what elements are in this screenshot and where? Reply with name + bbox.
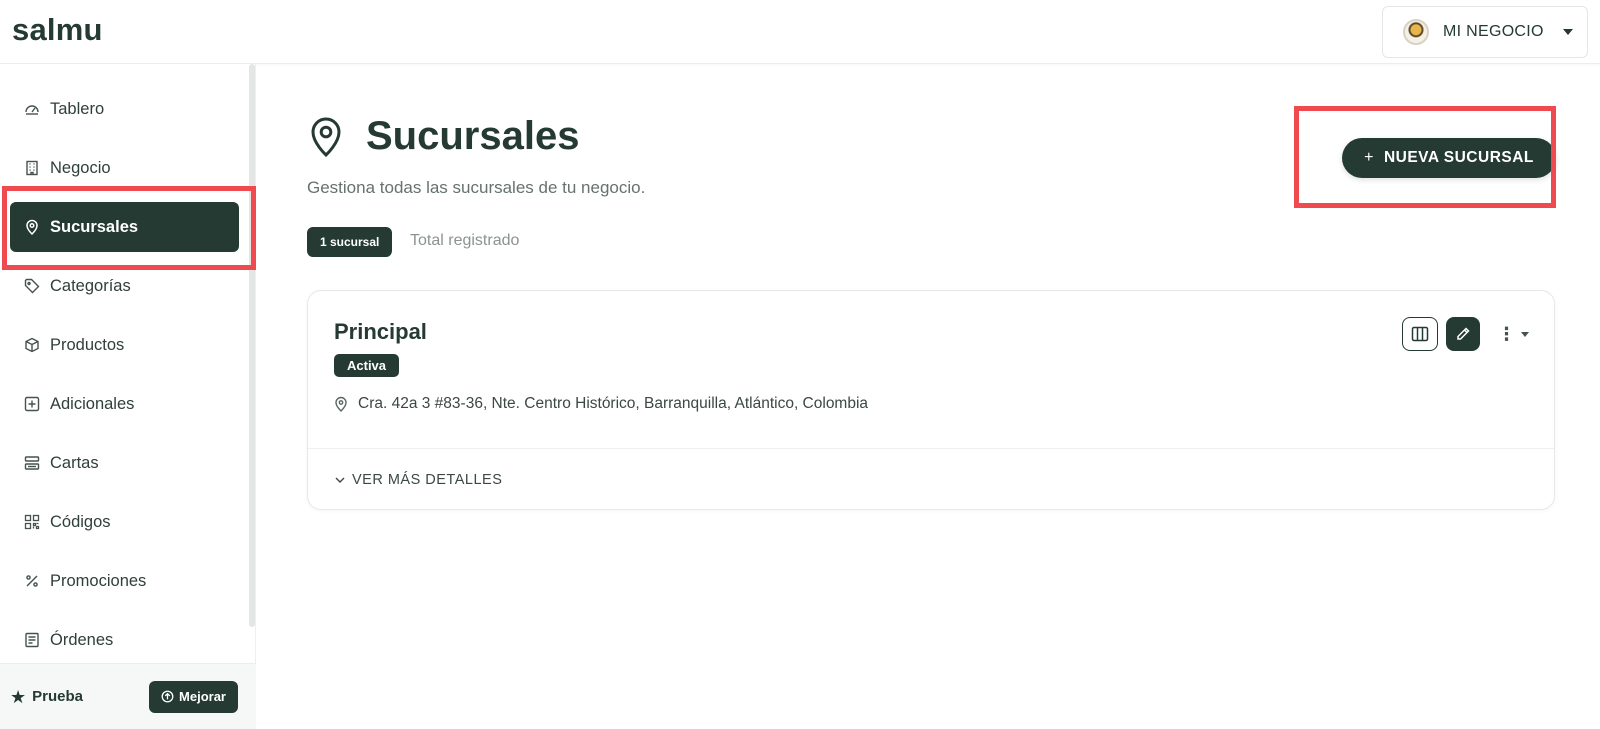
new-branch-button[interactable]: + NUEVA SUCURSAL xyxy=(1342,138,1556,178)
star-icon: ★ xyxy=(10,686,27,707)
tag-icon xyxy=(24,278,40,294)
upgrade-label: Mejorar xyxy=(179,689,226,704)
more-options-button[interactable]: ⋮ xyxy=(1496,321,1530,347)
sidebar-item-cartas[interactable]: Cartas xyxy=(10,438,239,488)
business-name: MI NEGOCIO xyxy=(1443,23,1544,40)
plus-square-icon xyxy=(24,396,40,412)
menu-list-icon xyxy=(24,455,40,471)
business-logo-icon xyxy=(1403,19,1429,45)
sidebar-item-adicionales[interactable]: Adicionales xyxy=(10,379,239,429)
sidebar-item-codigos[interactable]: Códigos xyxy=(10,497,239,547)
sidebar-footer: ★ Prueba Mejorar xyxy=(0,663,256,729)
percent-icon xyxy=(24,573,40,589)
view-details-toggle[interactable]: VER MÁS DETALLES xyxy=(334,472,502,488)
sidebar-item-label: Órdenes xyxy=(50,630,114,649)
arrow-up-circle-icon xyxy=(161,690,174,703)
branch-address-text: Cra. 42a 3 #83-36, Nte. Centro Histórico… xyxy=(358,395,869,412)
sidebar-item-label: Negocio xyxy=(50,158,111,177)
sidebar-item-label: Categorías xyxy=(50,276,131,295)
edit-branch-button[interactable] xyxy=(1446,317,1480,351)
branch-address: Cra. 42a 3 #83-36, Nte. Centro Histórico… xyxy=(334,395,868,413)
plan-indicator: ★ Prueba xyxy=(10,688,83,706)
sidebar-scrollbar[interactable] xyxy=(249,64,255,627)
map-pin-icon xyxy=(24,219,40,235)
sidebar-item-label: Cartas xyxy=(50,453,99,472)
app-logo[interactable]: salmu xyxy=(12,12,103,48)
plus-icon: + xyxy=(1364,149,1374,166)
plan-label: Prueba xyxy=(32,688,83,705)
business-selector[interactable]: MI NEGOCIO xyxy=(1382,6,1588,58)
chevron-down-icon xyxy=(1563,29,1573,35)
branch-name: Principal xyxy=(334,319,427,344)
sidebar-item-sucursales[interactable]: Sucursales xyxy=(10,202,239,252)
sidebar-item-negocio[interactable]: Negocio xyxy=(10,143,239,193)
kebab-icon: ⋮ xyxy=(1497,324,1516,344)
branch-count-badge: 1 sucursal xyxy=(307,227,393,257)
sidebar-item-label: Productos xyxy=(50,335,125,354)
sidebar-item-categorias[interactable]: Categorías xyxy=(10,261,239,311)
branch-count-label: Total registrado xyxy=(410,232,520,249)
map-pin-icon xyxy=(335,396,347,412)
branch-card: Principal Activa Cra. 42a 3 #83-36, Nte.… xyxy=(307,290,1555,510)
sidebar-item-productos[interactable]: Productos xyxy=(10,320,239,370)
page-title: Sucursales xyxy=(366,114,580,158)
qr-code-icon xyxy=(24,514,40,530)
sidebar-item-ordenes[interactable]: Órdenes xyxy=(10,615,239,665)
map-pin-icon xyxy=(311,117,341,158)
view-details-label: VER MÁS DETALLES xyxy=(352,472,503,488)
view-map-button[interactable] xyxy=(1402,317,1438,351)
map-icon xyxy=(1411,326,1429,342)
sidebar-item-label: Promociones xyxy=(50,571,147,590)
sidebar-item-label: Códigos xyxy=(50,512,111,531)
dashboard-gauge-icon xyxy=(24,101,40,117)
sidebar-item-promociones[interactable]: Promociones xyxy=(10,556,239,606)
receipt-icon xyxy=(24,632,40,648)
pencil-icon xyxy=(1457,327,1470,340)
page-subtitle: Gestiona todas las sucursales de tu nego… xyxy=(307,178,646,197)
chevron-down-icon xyxy=(1520,331,1529,337)
upgrade-button[interactable]: Mejorar xyxy=(149,680,238,713)
sidebar-item-label: Tablero xyxy=(50,99,105,118)
card-divider xyxy=(308,448,1554,449)
sidebar-item-label: Sucursales xyxy=(50,217,139,236)
building-icon xyxy=(24,160,40,176)
box-icon xyxy=(24,337,40,353)
sidebar-item-label: Adicionales xyxy=(50,394,135,413)
top-bar: salmu MI NEGOCIO xyxy=(0,0,1600,64)
new-branch-label: NUEVA SUCURSAL xyxy=(1383,149,1534,166)
sidebar-item-tablero[interactable]: Tablero xyxy=(10,84,239,134)
chevron-down-icon xyxy=(335,477,345,483)
status-badge: Activa xyxy=(334,354,400,377)
